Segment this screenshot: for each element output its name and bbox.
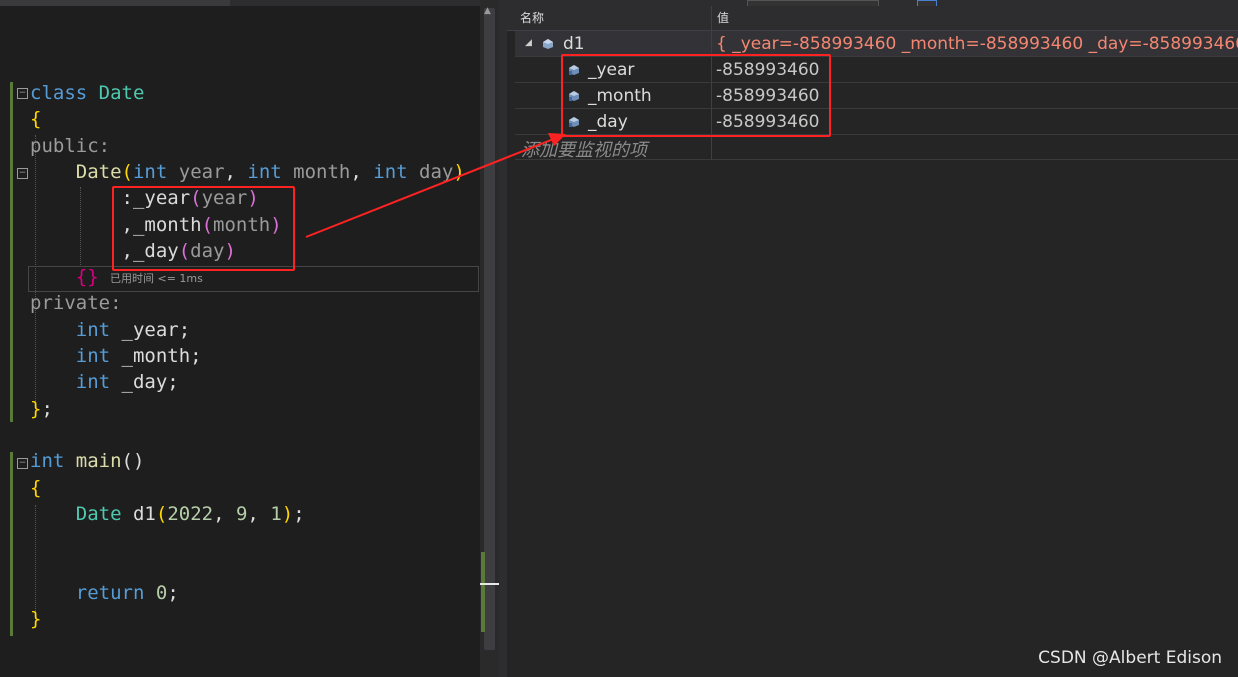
annotation-arrow	[305, 133, 566, 238]
watermark: CSDN @Albert Edison	[1038, 648, 1222, 668]
